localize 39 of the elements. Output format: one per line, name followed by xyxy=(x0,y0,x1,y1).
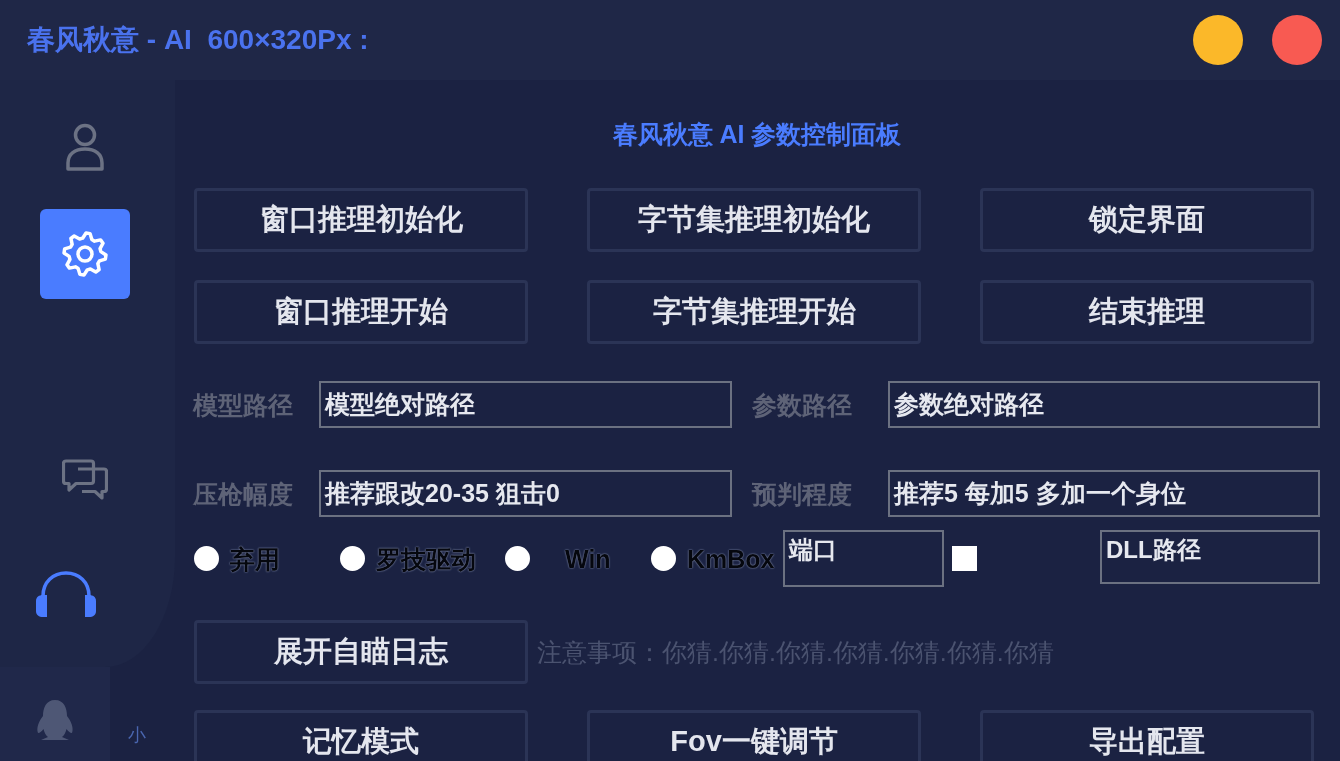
headphones-icon xyxy=(35,570,97,618)
field-label: 预判程度 xyxy=(752,478,852,509)
action-button[interactable]: 窗口推理初始化 xyxy=(194,188,528,252)
action-button[interactable]: 导出配置 xyxy=(980,710,1314,761)
close-button[interactable] xyxy=(1272,15,1322,65)
action-button[interactable]: 结束推理 xyxy=(980,280,1314,344)
action-button[interactable]: 字节集推理初始化 xyxy=(587,188,921,252)
sidebar-footer-text: 小 xyxy=(128,725,146,745)
action-button[interactable]: 锁定界面 xyxy=(980,188,1314,252)
sidebar-item[interactable] xyxy=(62,459,108,501)
field-label: 参数路径 xyxy=(752,389,852,420)
window-title: 春风秋意 - AI 600×320Px : xyxy=(27,23,369,57)
port-field[interactable]: 端口 xyxy=(782,530,944,587)
sidebar-item[interactable] xyxy=(40,209,130,299)
field-label: 模型路径 xyxy=(193,389,293,420)
sidebar-item[interactable] xyxy=(35,570,97,618)
checkbox[interactable] xyxy=(951,546,977,571)
radio-button[interactable] xyxy=(505,546,530,571)
input-field[interactable]: 推荐5 每加5 多加一个身位 xyxy=(888,470,1320,517)
radio-label: KmBox xyxy=(687,543,775,574)
field-label: 压枪幅度 xyxy=(193,478,293,509)
input-field[interactable]: 推荐跟改20-35 狙击0 xyxy=(319,470,732,517)
settings-icon xyxy=(61,230,109,278)
action-button[interactable]: Fov一键调节 xyxy=(587,710,921,761)
sidebar-item[interactable] xyxy=(65,123,105,171)
input-field[interactable]: 模型绝对路径 xyxy=(319,381,732,428)
action-button[interactable]: 字节集推理开始 xyxy=(587,280,921,344)
action-button[interactable]: 窗口推理开始 xyxy=(194,280,528,344)
user-icon xyxy=(65,123,105,171)
radio-button[interactable] xyxy=(340,546,365,571)
input-field[interactable]: 参数绝对路径 xyxy=(888,381,1320,428)
action-button[interactable]: 记忆模式 xyxy=(194,710,528,761)
chat-bubbles-icon xyxy=(62,459,108,501)
minimize-button[interactable] xyxy=(1193,15,1243,65)
radio-button[interactable] xyxy=(651,546,676,571)
log-button[interactable]: 展开自瞄日志 xyxy=(194,620,528,684)
dll-path-field[interactable]: DLL路径 xyxy=(1100,530,1320,584)
radio-button[interactable] xyxy=(194,546,219,571)
panel-title: 春风秋意 AI 参数控制面板 xyxy=(611,119,903,150)
